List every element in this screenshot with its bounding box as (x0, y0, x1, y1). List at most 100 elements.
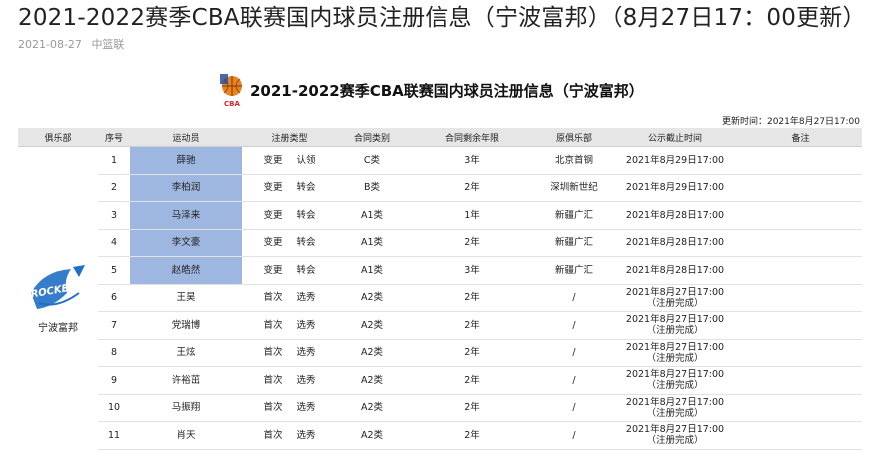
contract-years: 3年 (407, 146, 537, 175)
contract-type: A1类 (337, 201, 407, 230)
deadline-time: 2021年8月27日17:00 (625, 314, 725, 326)
prev-club: 新疆广汇 (537, 229, 611, 257)
header-note: 备注 (739, 128, 862, 147)
table-row: ROCKETS 宁波富邦 1 薛驰 变更 认领 C类 3年 北京首钢 2021年8月29日17… (18, 146, 862, 334)
contract-type: C类 (337, 146, 407, 175)
page-title: 2021-2022赛季CBA联赛国内球员注册信息（宁波富邦）（8月27日17：0… (18, 5, 866, 31)
contract-type: B类 (337, 174, 407, 202)
deadline-status: （注册完成） (646, 297, 704, 309)
contract-years: 2年 (407, 284, 537, 312)
header-reg-type: 注册类型 (242, 128, 337, 147)
reg-type-method: 转会 (296, 264, 316, 276)
player-name: 党瑞博 (130, 311, 242, 340)
deadline: 2021年8月29日17:00 (611, 174, 739, 202)
row-number: 7 (98, 311, 130, 340)
contract-years: 3年 (407, 256, 537, 285)
deadline-time: 2021年8月27日17:00 (625, 286, 725, 298)
contract-type: A2类 (337, 311, 407, 340)
header-deadline: 公示截止时间 (611, 128, 739, 147)
table-row: 6 王昊 首次 选秀 A2类 2年/2021年8月27日17:00 （注册完成） (18, 284, 862, 312)
deadline-status: （注册完成） (646, 352, 704, 364)
article-meta: 2021-08-27 中篮联 (18, 36, 130, 52)
reg-type-method: 认领 (296, 154, 316, 166)
table-row: 2 李柏润 变更 转会 B类 2年 深圳新世纪 2021年8月29日17:00 (18, 174, 862, 202)
reg-type-method: 转会 (296, 209, 316, 221)
reg-type-method: 选秀 (296, 402, 316, 414)
reg-type-kind: 变更 (263, 209, 283, 221)
deadline-time: 2021年8月27日17:00 (625, 369, 725, 381)
contract-type: A2类 (337, 394, 407, 422)
player-name: 马泽来 (130, 201, 242, 230)
contract-type: A2类 (337, 339, 407, 367)
contract-years: 2年 (407, 339, 537, 367)
deadline: 2021年8月28日17:00 (611, 229, 739, 257)
reg-type: 首次 选秀 (242, 394, 337, 422)
row-number: 6 (98, 284, 130, 312)
table-row: 11 肖天 首次 选秀 A2类 2年/2021年8月27日17:00 （注册完成） (18, 421, 862, 450)
prev-club: / (537, 421, 611, 450)
table-row: 7 党瑞博 首次 选秀 A2类 2年/2021年8月27日17:00 （注册完成） (18, 311, 862, 340)
row-number: 9 (98, 366, 130, 395)
reg-type: 变更 转会 (242, 229, 337, 257)
deadline-time: 2021年8月27日17:00 (625, 341, 725, 353)
table-row: 3 马泽来 变更 转会 A1类 1年 新疆广汇 2021年8月28日17:00 (18, 201, 862, 230)
reg-type-kind: 首次 (263, 292, 283, 304)
prev-club: 深圳新世纪 (537, 174, 611, 202)
player-name: 薛驰 (130, 146, 242, 175)
contract-years: 2年 (407, 366, 537, 395)
deadline: 2021年8月27日17:00 （注册完成） (611, 394, 739, 422)
deadline-time: 2021年8月28日17:00 (625, 209, 725, 221)
cba-logo-icon: CBA (220, 74, 242, 108)
contract-type: A1类 (337, 256, 407, 285)
cba-logo-text: CBA (224, 100, 240, 108)
reg-type: 变更 认领 (242, 146, 337, 175)
contract-years: 2年 (407, 394, 537, 422)
deadline-time: 2021年8月27日17:00 (625, 396, 725, 408)
deadline: 2021年8月27日17:00 （注册完成） (611, 339, 739, 367)
prev-club: / (537, 366, 611, 395)
contract-type: A2类 (337, 366, 407, 395)
reg-type-kind: 首次 (263, 374, 283, 386)
contract-years: 2年 (407, 421, 537, 450)
header-club: 俱乐部 (18, 128, 98, 147)
note (739, 284, 862, 312)
reg-type-method: 选秀 (296, 292, 316, 304)
reg-type-kind: 首次 (263, 402, 283, 414)
note (739, 339, 862, 367)
reg-type: 变更 转会 (242, 174, 337, 202)
player-name: 李柏润 (130, 174, 242, 202)
prev-club: / (537, 339, 611, 367)
note (739, 174, 862, 202)
reg-type-method: 选秀 (296, 429, 316, 441)
header-contract-type: 合同类别 (337, 128, 407, 147)
contract-type: A2类 (337, 421, 407, 450)
deadline-status: （注册完成） (646, 435, 704, 447)
note (739, 229, 862, 257)
header-player: 运动员 (130, 128, 242, 147)
table-row: 10 马振翔 首次 选秀 A2类 2年/2021年8月27日17:00 （注册完成） (18, 394, 862, 422)
row-number: 2 (98, 174, 130, 202)
club-cell: ROCKETS 宁波富邦 (18, 147, 98, 450)
contract-years: 2年 (407, 311, 537, 340)
note (739, 394, 862, 422)
prev-club: 北京首钢 (537, 146, 611, 175)
player-name: 王昊 (130, 284, 242, 312)
update-time: 更新时间：2021年8月27日17:00 (721, 117, 860, 127)
reg-type: 首次 选秀 (242, 366, 337, 395)
reg-type-kind: 变更 (263, 264, 283, 276)
reg-type-method: 转会 (296, 182, 316, 194)
player-name: 许裕茁 (130, 366, 242, 395)
deadline: 2021年8月27日17:00 （注册完成） (611, 284, 739, 312)
table-row: 9 许裕茁 首次 选秀 A2类 2年/2021年8月27日17:00 （注册完成） (18, 366, 862, 395)
reg-type-kind: 首次 (263, 429, 283, 441)
deadline: 2021年8月27日17:00 （注册完成） (611, 366, 739, 395)
header-number: 序号 (98, 128, 130, 147)
note (739, 366, 862, 395)
reg-type-method: 选秀 (296, 374, 316, 386)
reg-type-method: 转会 (296, 237, 316, 249)
header-contract-years: 合同剩余年限 (407, 128, 537, 147)
player-name: 王炫 (130, 339, 242, 367)
deadline: 2021年8月28日17:00 (611, 256, 739, 285)
table-row: 4 李文豪 变更 转会 A1类 2年 新疆广汇 2021年8月28日17:00 (18, 229, 862, 257)
row-number: 4 (98, 229, 130, 257)
